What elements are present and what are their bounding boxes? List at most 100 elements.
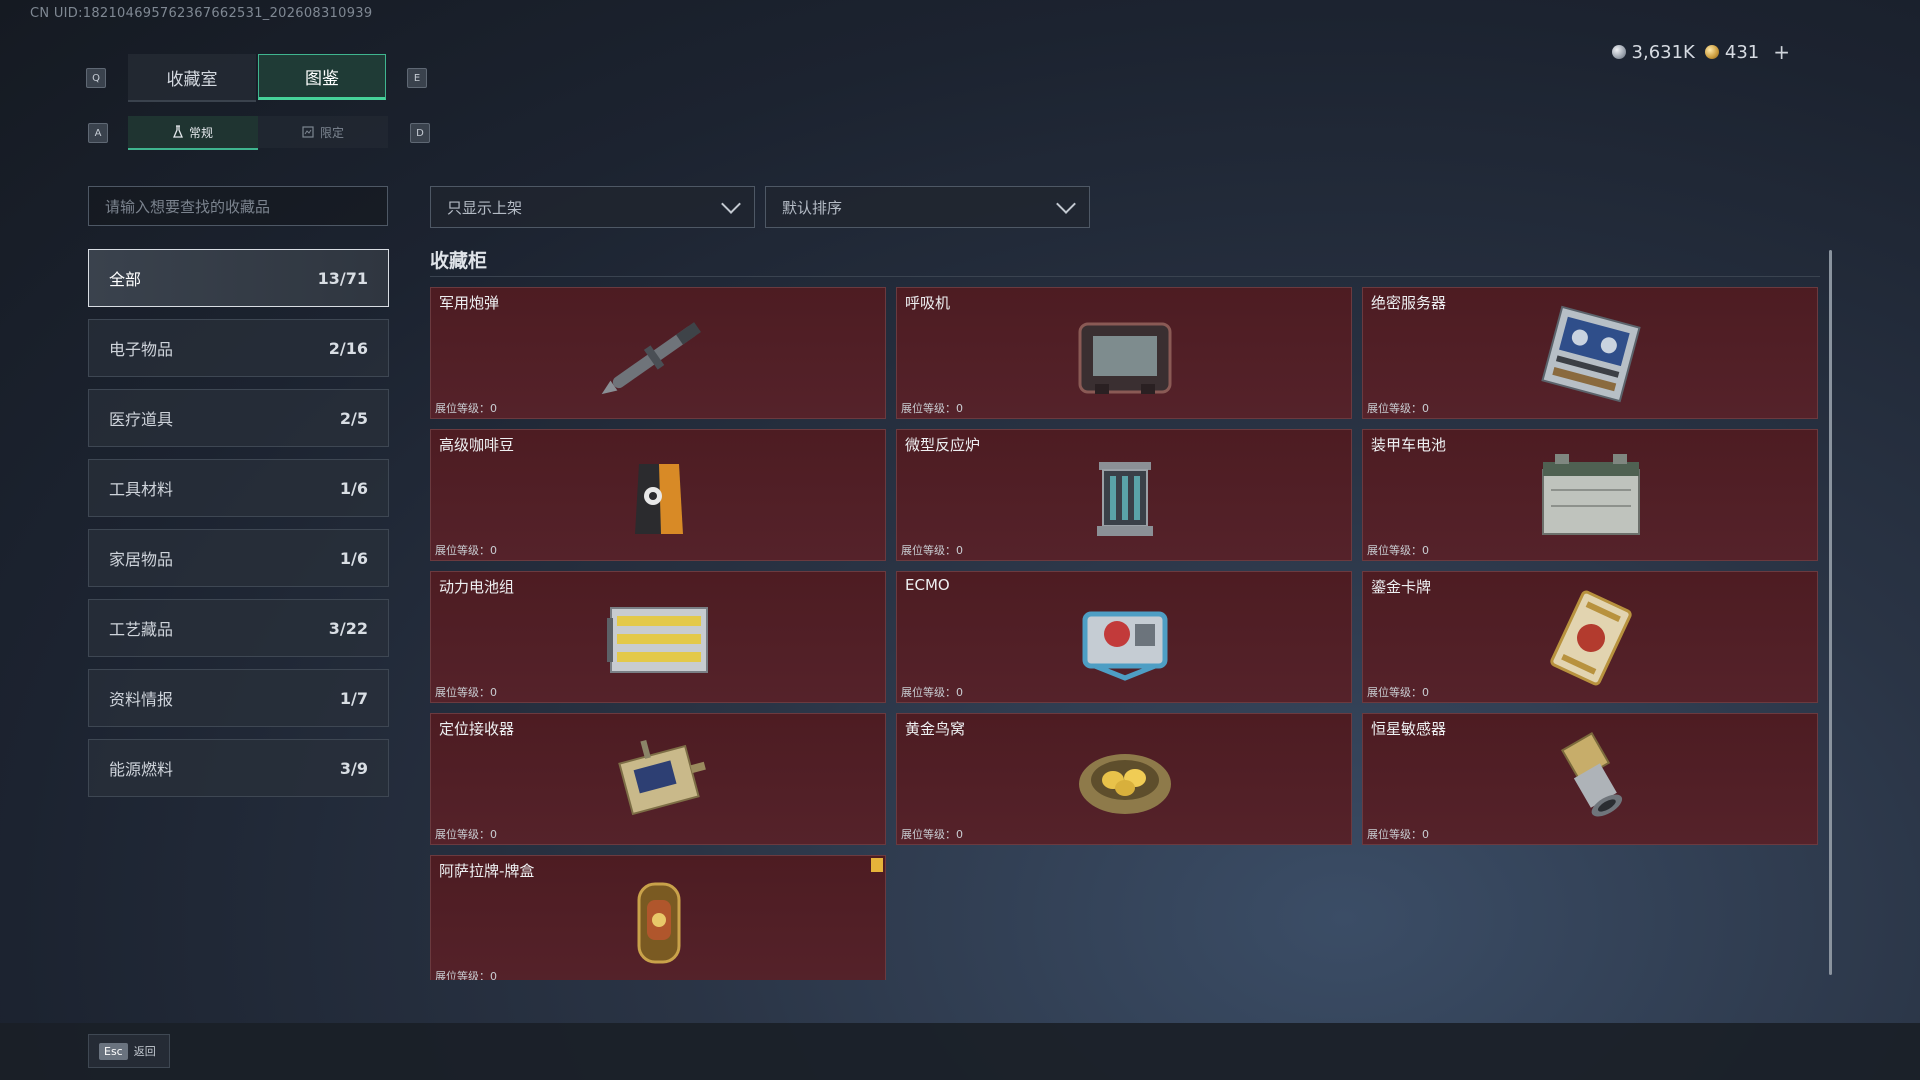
footer-bar: [0, 1023, 1920, 1080]
gold-coin-icon: [1704, 45, 1719, 59]
receiver-icon: [618, 739, 706, 816]
category-count: 1/6: [339, 548, 368, 568]
key-hint-a: A: [88, 123, 108, 143]
ecmo-icon: [1082, 611, 1168, 681]
item-card[interactable]: 呼吸机 展位等级：0: [896, 287, 1352, 419]
item-card[interactable]: 鎏金卡牌 展位等级：0: [1362, 571, 1818, 703]
chevron-down-icon: [1056, 194, 1076, 214]
shell-icon: [601, 322, 701, 395]
chevron-down-icon: [721, 194, 741, 214]
key-hint-q: Q: [86, 68, 106, 88]
category-count: 3/9: [339, 758, 368, 778]
category-intel[interactable]: 资料情报 1/7: [88, 669, 389, 727]
item-level: 展位等级：0: [1367, 544, 1429, 557]
item-name: 动力电池组: [439, 578, 515, 596]
collection-grid: 军用炮弹 展位等级：0 呼吸机 展位等级：0 绝密服务器 展位等级：0 高级咖啡…: [430, 287, 1820, 980]
item-level: 展位等级：0: [435, 402, 497, 415]
item-card[interactable]: 高级咖啡豆 展位等级：0: [430, 429, 886, 561]
silver-amount: 3,631K: [1631, 41, 1695, 63]
item-card[interactable]: 定位接收器 展位等级：0: [430, 713, 886, 845]
item-level: 展位等级：0: [1367, 686, 1429, 699]
reactor-icon: [1097, 462, 1153, 536]
sort-dropdown[interactable]: 默认排序: [765, 186, 1090, 228]
category-label: 电子物品: [109, 340, 174, 359]
display-filter-dropdown[interactable]: 只显示上架: [430, 186, 755, 228]
item-level: 展位等级：0: [901, 828, 963, 841]
item-card[interactable]: 绝密服务器 展位等级：0: [1362, 287, 1818, 419]
sort-value: 默认排序: [782, 198, 843, 217]
coffee-bag-icon: [635, 464, 683, 534]
item-name: 高级咖啡豆: [439, 436, 515, 454]
item-level: 展位等级：0: [1367, 402, 1429, 415]
nest-icon: [1079, 754, 1171, 814]
card-icon: [1550, 590, 1632, 686]
tab-catalog[interactable]: 图鉴: [258, 54, 386, 100]
category-household[interactable]: 家居物品 1/6: [88, 529, 389, 587]
item-card[interactable]: 微型反应炉 展位等级：0: [896, 429, 1352, 561]
category-electronics[interactable]: 电子物品 2/16: [88, 319, 389, 377]
silver-coin-icon: [1611, 45, 1626, 59]
subtab-limited-label: 限定: [319, 125, 344, 140]
gold-amount: 431: [1724, 41, 1760, 63]
item-name: 定位接收器: [439, 720, 515, 738]
category-list: 全部 13/71 电子物品 2/16 医疗道具 2/5 工具材料 1/6 家居物品 1/6…: [88, 249, 389, 809]
subtab-limited[interactable]: 限定: [258, 116, 388, 148]
item-level: 展位等级：0: [435, 686, 497, 699]
grid-scrollbar[interactable]: [1829, 250, 1832, 975]
category-crafts[interactable]: 工艺藏品 3/22: [88, 599, 389, 657]
category-count: 2/16: [328, 338, 368, 358]
item-name: 军用炮弹: [439, 294, 500, 312]
item-name: 黄金鸟窝: [905, 720, 966, 738]
back-button[interactable]: Esc 返回: [88, 1034, 170, 1068]
back-label: 返回: [133, 1045, 156, 1058]
item-level: 展位等级：0: [901, 686, 963, 699]
key-hint-d: D: [410, 123, 430, 143]
silver-currency: 3,631K: [1611, 41, 1695, 63]
subtab-regular[interactable]: 常规: [128, 116, 258, 150]
item-name: 微型反应炉: [905, 436, 981, 454]
category-label: 家居物品: [109, 550, 174, 569]
search-input[interactable]: 请输入想要查找的收藏品: [88, 186, 388, 226]
frame-icon: [302, 126, 314, 138]
item-level: 展位等级：0: [901, 544, 963, 557]
category-label: 全部: [109, 270, 142, 289]
item-card[interactable]: 动力电池组 展位等级：0: [430, 571, 886, 703]
category-medical[interactable]: 医疗道具 2/5: [88, 389, 389, 447]
item-card[interactable]: 恒星敏感器 展位等级：0: [1362, 713, 1818, 845]
tab-collection-room[interactable]: 收藏室: [128, 54, 256, 102]
battery-pack-icon: [607, 607, 708, 673]
server-icon: [1541, 305, 1641, 403]
item-name: 阿萨拉牌-牌盒: [439, 862, 535, 880]
item-card[interactable]: ECMO 展位等级：0: [896, 571, 1352, 703]
battery-icon: [1542, 454, 1640, 535]
item-level: 展位等级：0: [435, 970, 497, 980]
item-card[interactable]: 装甲车电池 展位等级：0: [1362, 429, 1818, 561]
category-count: 13/71: [317, 268, 368, 288]
item-name: 装甲车电池: [1371, 436, 1447, 454]
add-currency-button[interactable]: +: [1773, 40, 1790, 64]
item-name: ECMO: [905, 576, 950, 594]
key-hint-e: E: [407, 68, 427, 88]
item-card[interactable]: 军用炮弹 展位等级：0: [430, 287, 886, 419]
item-level: 展位等级：0: [435, 544, 497, 557]
category-label: 工艺藏品: [109, 620, 174, 639]
category-energy[interactable]: 能源燃料 3/9: [88, 739, 389, 797]
category-label: 能源燃料: [109, 760, 174, 779]
category-count: 2/5: [339, 408, 368, 428]
currency-bar: 3,631K 431 +: [1611, 40, 1790, 64]
item-card[interactable]: 黄金鸟窝 展位等级：0: [896, 713, 1352, 845]
sensor-icon: [1560, 731, 1623, 817]
category-tools[interactable]: 工具材料 1/6: [88, 459, 389, 517]
new-badge-icon: [871, 858, 883, 872]
card-box-icon: [637, 882, 681, 964]
category-count: 1/7: [339, 688, 368, 708]
item-level: 展位等级：0: [435, 828, 497, 841]
category-all[interactable]: 全部 13/71: [88, 249, 389, 307]
esc-key-hint: Esc: [99, 1042, 128, 1060]
item-level: 展位等级：0: [1367, 828, 1429, 841]
item-name: 鎏金卡牌: [1371, 578, 1432, 596]
subtab-regular-label: 常规: [188, 125, 213, 140]
item-card[interactable]: 阿萨拉牌-牌盒 展位等级：0: [430, 855, 886, 980]
item-name: 恒星敏感器: [1371, 720, 1447, 738]
item-name: 绝密服务器: [1371, 294, 1447, 312]
